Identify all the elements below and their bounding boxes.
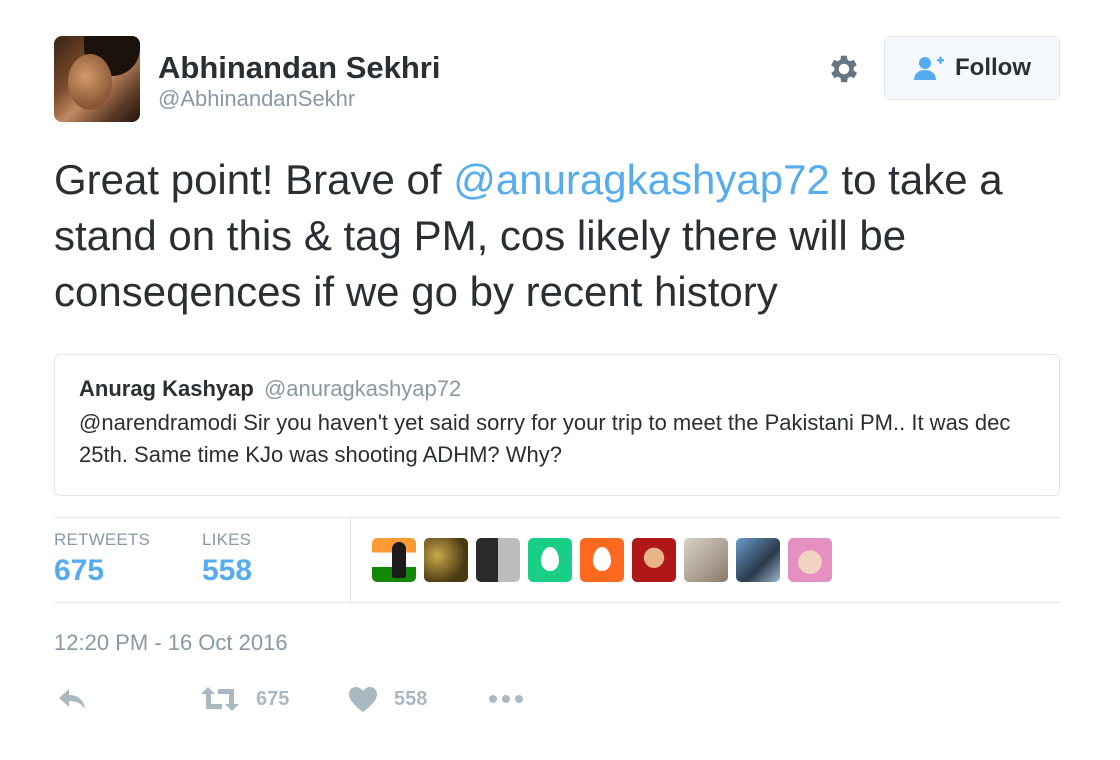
avatar-face [68, 54, 112, 110]
stats-divider-top [54, 517, 1060, 518]
retweets-stat-label: RETWEETS [54, 530, 151, 549]
follow-person-plus-icon [914, 56, 944, 80]
likes-stat[interactable]: LIKES 558 [202, 530, 252, 588]
heart-icon [349, 686, 377, 712]
liker-avatar[interactable] [372, 538, 416, 582]
quoted-mention: @narendramodi [79, 410, 238, 435]
liker-avatar[interactable] [788, 538, 832, 582]
quoted-author-handle: @anuragkashyap72 [263, 376, 462, 401]
follow-button[interactable]: Follow [884, 36, 1060, 100]
quoted-tweet[interactable]: Anurag Kashyap @anuragkashyap72 @narendr… [54, 354, 1060, 496]
likes-stat-count: 558 [202, 554, 253, 587]
author-handle[interactable]: @AbhinandanSekhr [158, 86, 355, 112]
likes-stat-label: LIKES [202, 530, 252, 549]
stats-divider-bottom [54, 602, 1060, 603]
reply-button[interactable] [56, 680, 88, 718]
liker-avatar[interactable] [684, 538, 728, 582]
liker-avatar[interactable] [736, 538, 780, 582]
more-actions-button[interactable] [488, 680, 524, 718]
like-button[interactable]: 558 [348, 680, 427, 718]
follow-label: Follow [955, 54, 1031, 81]
tweet-mention-link[interactable]: @anuragkashyap72 [453, 156, 830, 203]
author-avatar[interactable] [54, 36, 140, 122]
liker-avatar[interactable] [580, 538, 624, 582]
tweet-timestamp[interactable]: 12:20 PM - 16 Oct 2016 [54, 630, 288, 656]
liker-avatar[interactable] [632, 538, 676, 582]
quoted-author-name: Anurag Kashyap [79, 376, 254, 401]
tweet-text: Great point! Brave of @anuragkashyap72 t… [54, 152, 1064, 320]
liker-avatar[interactable] [476, 538, 520, 582]
gear-icon[interactable] [826, 51, 862, 87]
stats-vertical-divider [350, 518, 351, 602]
retweet-icon [201, 687, 239, 711]
liker-avatar[interactable] [424, 538, 468, 582]
retweets-stat-count: 675 [54, 554, 105, 587]
retweet-button[interactable]: 675 [200, 680, 289, 718]
quoted-tweet-text: @narendramodi Sir you haven't yet said s… [79, 407, 1035, 471]
reply-icon [59, 689, 85, 709]
quoted-tweet-header: Anurag Kashyap @anuragkashyap72 [79, 375, 1035, 403]
more-dots-icon [489, 695, 523, 703]
liker-avatar[interactable] [528, 538, 572, 582]
retweet-count: 675 [256, 687, 290, 710]
tweet-text-start: Great point! Brave of [54, 156, 454, 203]
retweets-stat[interactable]: RETWEETS 675 [54, 530, 150, 588]
likers-avatar-row [372, 538, 832, 582]
author-name[interactable]: Abhinandan Sekhri [158, 50, 440, 86]
like-count: 558 [394, 687, 428, 710]
